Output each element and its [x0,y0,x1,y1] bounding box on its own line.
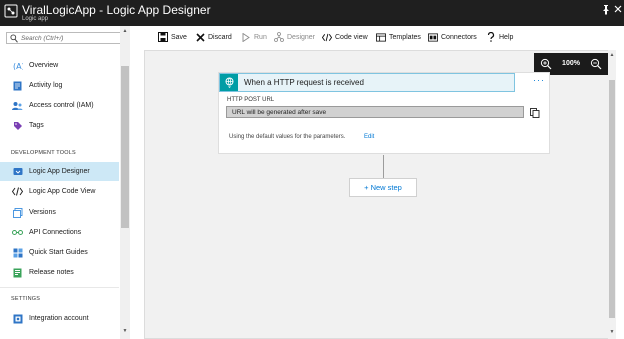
sidebar-item-api-connections[interactable]: API Connections [0,223,119,242]
title-bar: ViralLogicApp - Logic App Designer Logic… [0,0,624,26]
access-control-icon [12,100,23,111]
activity-log-icon [12,80,23,91]
copy-icon[interactable] [530,108,540,118]
search-icon [10,34,18,43]
edit-parameters-link[interactable]: Edit [364,134,374,140]
designer-toolbar: Save Discard Run Designer Code view Temp… [131,26,624,48]
discard-button[interactable]: Discard [195,31,232,43]
templates-icon [376,32,386,42]
overview-icon: (A) [12,60,23,71]
zoom-level: 100% [562,60,580,67]
api-connections-icon [12,227,23,238]
code-view-icon [12,186,23,197]
run-button[interactable]: Run [241,31,267,43]
canvas-scrollbar[interactable]: ▲ ▼ [608,50,616,339]
sidebar-scroll-thumb[interactable] [121,66,129,228]
http-post-url-field[interactable]: URL will be generated after save [226,106,524,118]
save-icon [158,32,168,42]
canvas-scroll-thumb[interactable] [609,80,615,318]
discard-icon [195,32,205,42]
sidebar-item-label: Access control (IAM) [29,102,94,109]
scroll-up-icon[interactable]: ▲ [122,28,128,34]
templates-button[interactable]: Templates [376,31,421,43]
step-connector [383,155,384,178]
sidebar-item-label: Activity log [29,82,63,89]
sidebar-item-activity-log[interactable]: Activity log [0,76,119,95]
http-post-url-value: URL will be generated after save [232,109,327,116]
sidebar-item-label: Release notes [29,269,74,276]
sidebar-item-label: Tags [29,122,44,129]
sidebar-item-label: Integration account [29,315,89,322]
sidebar: (A) Overview Activity log Access control… [0,26,130,339]
code-view-button[interactable]: Code view [322,31,368,43]
sidebar-item-versions[interactable]: Versions [0,203,119,222]
divider [0,287,119,288]
trigger-card-header[interactable]: When a HTTP request is received [219,73,515,92]
page-subtitle: Logic app [22,16,49,22]
save-button[interactable]: Save [158,31,187,43]
sidebar-item-code-view[interactable]: Logic App Code View [0,182,119,201]
page-title: ViralLogicApp - Logic App Designer [22,3,211,17]
http-post-url-label: HTTP POST URL [227,97,275,103]
sidebar-item-logic-app-designer[interactable]: Logic App Designer [0,162,119,181]
trigger-title: When a HTTP request is received [244,78,364,87]
sidebar-item-overview[interactable]: (A) Overview [0,56,119,75]
scroll-down-icon[interactable]: ▼ [609,329,615,335]
new-step-button[interactable]: + New step [349,178,417,197]
sidebar-item-label: Logic App Designer [29,168,90,175]
zoom-in-icon[interactable] [540,58,552,70]
scroll-up-icon[interactable]: ▲ [609,52,615,58]
sidebar-item-label: Overview [29,62,59,69]
sidebar-item-label: Quick Start Guides [29,249,88,256]
sidebar-item-label: API Connections [29,229,82,236]
release-notes-icon [12,267,23,278]
section-settings: SETTINGS [11,296,41,302]
more-options-icon[interactable]: ··· [533,76,547,85]
sidebar-item-label: Versions [29,209,56,216]
parameters-hint: Using the default values for the paramet… [229,134,346,140]
scroll-down-icon[interactable]: ▼ [122,328,128,334]
logic-app-icon [4,4,18,18]
section-development-tools: DEVELOPMENT TOOLS [11,150,76,156]
sidebar-item-access-control[interactable]: Access control (IAM) [0,96,119,115]
connectors-icon [428,32,438,42]
sidebar-item-quick-start[interactable]: Quick Start Guides [0,243,119,262]
designer-icon [274,32,284,42]
versions-icon [12,207,23,218]
help-button[interactable]: Help [486,31,513,43]
integration-account-icon [12,313,23,324]
trigger-card: When a HTTP request is received ··· HTTP… [218,72,550,154]
connectors-button[interactable]: Connectors [428,31,477,43]
code-view-icon [322,32,332,42]
tag-icon [12,120,23,131]
sidebar-scrollbar[interactable]: ▲ ▼ [120,26,130,339]
search-box[interactable] [6,32,128,44]
svg-text:(A): (A) [13,62,23,70]
search-input[interactable] [21,34,125,43]
http-request-icon [220,74,238,91]
pin-icon[interactable] [601,5,611,17]
help-icon [486,32,496,42]
zoom-out-icon[interactable] [590,58,602,70]
sidebar-item-label: Logic App Code View [29,188,96,195]
quick-start-icon [12,247,23,258]
sidebar-item-integration-account[interactable]: Integration account [0,309,119,328]
sidebar-item-release-notes[interactable]: Release notes [0,263,119,282]
sidebar-item-tags[interactable]: Tags [0,116,119,135]
designer-icon [12,166,23,177]
run-icon [241,32,251,42]
close-icon[interactable] [613,5,623,17]
designer-button[interactable]: Designer [274,31,315,43]
